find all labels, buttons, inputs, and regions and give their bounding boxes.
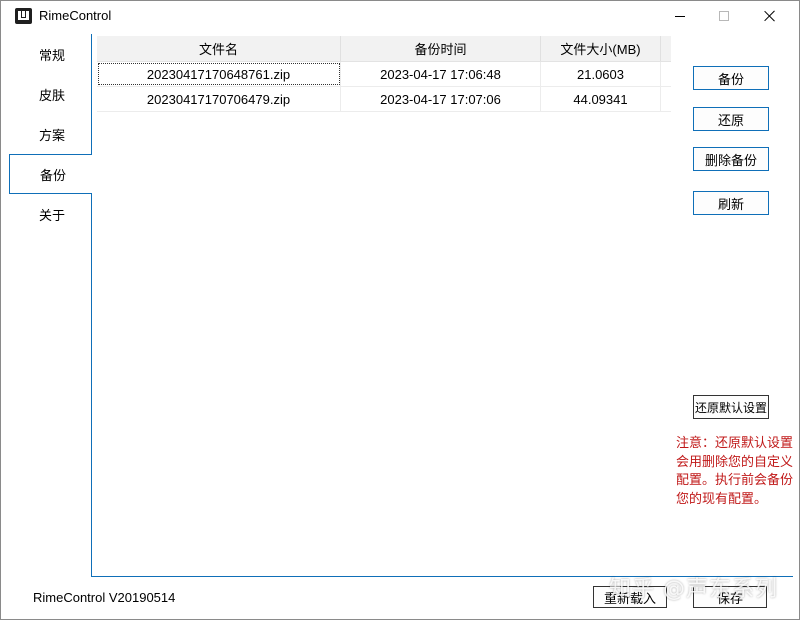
column-header-filename[interactable]: 文件名 xyxy=(97,36,341,61)
backup-button[interactable]: 备份 xyxy=(693,66,769,90)
tab-about[interactable]: 关于 xyxy=(9,194,91,234)
cell-size[interactable]: 44.09341 xyxy=(541,87,661,111)
app-window: RimeControl 常规 皮肤 方案 备份 关于 文件名 备份时间 文件大小… xyxy=(0,0,800,620)
column-header-time[interactable]: 备份时间 xyxy=(341,36,541,61)
table-row[interactable]: 20230417170648761.zip 2023-04-17 17:06:4… xyxy=(97,62,671,87)
reset-warning-text: 注意：还原默认设置会用删除您的自定义配置。执行前会备份您的现有配置。 xyxy=(676,434,794,508)
save-button[interactable]: 保存 xyxy=(693,586,767,608)
refresh-button[interactable]: 刷新 xyxy=(693,191,769,215)
backup-table[interactable]: 文件名 备份时间 文件大小(MB) 20230417170648761.zip … xyxy=(97,36,671,112)
column-header-size[interactable]: 文件大小(MB) xyxy=(541,36,661,61)
cell-filename[interactable]: 20230417170648761.zip xyxy=(97,62,341,86)
cell-filler xyxy=(661,87,671,111)
cell-filler xyxy=(661,62,671,86)
tab-label: 方案 xyxy=(39,125,65,144)
tab-label: 常规 xyxy=(39,45,65,64)
restore-button[interactable]: 还原 xyxy=(693,107,769,131)
tab-general[interactable]: 常规 xyxy=(9,34,91,74)
tab-label: 备份 xyxy=(40,165,66,184)
tab-backup[interactable]: 备份 xyxy=(9,154,92,194)
reset-default-button[interactable]: 还原默认设置 xyxy=(693,395,769,419)
close-icon xyxy=(764,10,776,22)
version-label: RimeControl V20190514 xyxy=(33,590,175,605)
table-header: 文件名 备份时间 文件大小(MB) xyxy=(97,36,671,62)
close-button[interactable] xyxy=(747,1,793,31)
minimize-button[interactable] xyxy=(657,1,703,31)
cell-time[interactable]: 2023-04-17 17:06:48 xyxy=(341,62,541,86)
tab-label: 皮肤 xyxy=(39,85,65,104)
column-header-filler xyxy=(661,36,671,61)
window-title: RimeControl xyxy=(39,8,111,23)
tab-schema[interactable]: 方案 xyxy=(9,114,91,154)
cell-size[interactable]: 21.0603 xyxy=(541,62,661,86)
rime-app-icon xyxy=(15,8,32,24)
table-row[interactable]: 20230417170706479.zip 2023-04-17 17:07:0… xyxy=(97,87,671,112)
cell-time[interactable]: 2023-04-17 17:07:06 xyxy=(341,87,541,111)
maximize-button[interactable] xyxy=(701,1,747,31)
tab-label: 关于 xyxy=(39,205,65,224)
tab-skin[interactable]: 皮肤 xyxy=(9,74,91,114)
reload-button[interactable]: 重新载入 xyxy=(593,586,667,608)
title-bar[interactable]: RimeControl xyxy=(1,1,799,31)
maximize-icon xyxy=(719,11,729,21)
minimize-icon xyxy=(675,16,685,17)
delete-backup-button[interactable]: 删除备份 xyxy=(693,147,769,171)
cell-filename[interactable]: 20230417170706479.zip xyxy=(97,87,341,111)
